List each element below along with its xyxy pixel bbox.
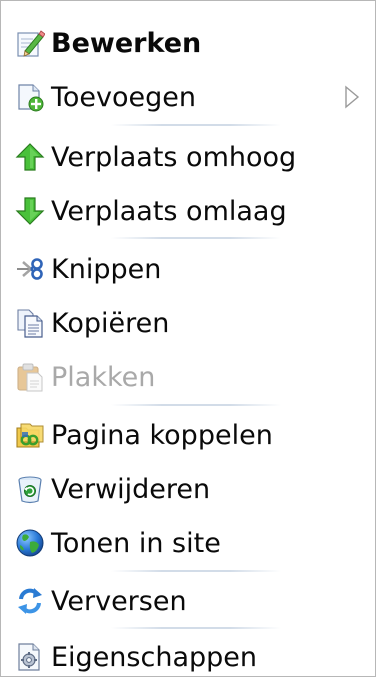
menu-item-show-in-site[interactable]: Tonen in site	[9, 519, 369, 567]
menu-item-copy[interactable]: Kopiëren	[9, 299, 369, 347]
scissors-icon	[9, 248, 51, 290]
submenu-arrow-icon	[345, 85, 360, 109]
menu-item-label: Kopiëren	[51, 307, 170, 339]
menu-item-paste[interactable]: Plakken	[9, 353, 369, 401]
menu-item-label: Knippen	[51, 253, 162, 285]
menu-item-label: Verplaats omlaag	[51, 195, 287, 227]
menu-separator	[111, 124, 281, 126]
menu-item-label: Verplaats omhoog	[51, 141, 297, 173]
menu-item-refresh[interactable]: Verversen	[9, 577, 369, 625]
menu-item-label: Bewerken	[51, 27, 202, 59]
menu-separator	[111, 404, 281, 406]
add-page-icon	[9, 76, 51, 118]
menu-item-label: Pagina koppelen	[51, 419, 273, 451]
menu-item-add[interactable]: Toevoegen	[9, 73, 369, 121]
menu-item-edit[interactable]: Bewerken	[9, 19, 369, 67]
globe-icon	[9, 522, 51, 564]
menu-separator	[111, 237, 281, 239]
menu-item-move-down[interactable]: Verplaats omlaag	[9, 187, 369, 235]
menu-separator	[111, 570, 281, 572]
menu-item-label: Tonen in site	[51, 527, 221, 559]
menu-item-label: Eigenschappen	[51, 641, 257, 673]
link-pages-icon	[9, 414, 51, 456]
refresh-icon	[9, 580, 51, 622]
menu-item-label: Plakken	[51, 361, 156, 393]
menu-item-link-page[interactable]: Pagina koppelen	[9, 411, 369, 459]
menu-item-cut[interactable]: Knippen	[9, 245, 369, 293]
menu-item-label: Toevoegen	[51, 81, 197, 113]
arrow-up-icon	[9, 136, 51, 178]
copy-icon	[9, 302, 51, 344]
menu-item-delete[interactable]: Verwijderen	[9, 465, 369, 513]
menu-separator	[111, 627, 281, 629]
menu-item-properties[interactable]: Eigenschappen	[9, 633, 369, 681]
context-menu: Bewerken Toevoegen Verplaats omhoog Verp…	[0, 0, 376, 677]
menu-item-label: Verwijderen	[51, 473, 211, 505]
edit-icon	[9, 22, 51, 64]
paste-icon	[9, 356, 51, 398]
menu-item-label: Verversen	[51, 585, 187, 617]
menu-item-move-up[interactable]: Verplaats omhoog	[9, 133, 369, 181]
properties-icon	[9, 636, 51, 678]
recycle-bin-icon	[9, 468, 51, 510]
arrow-down-icon	[9, 190, 51, 232]
